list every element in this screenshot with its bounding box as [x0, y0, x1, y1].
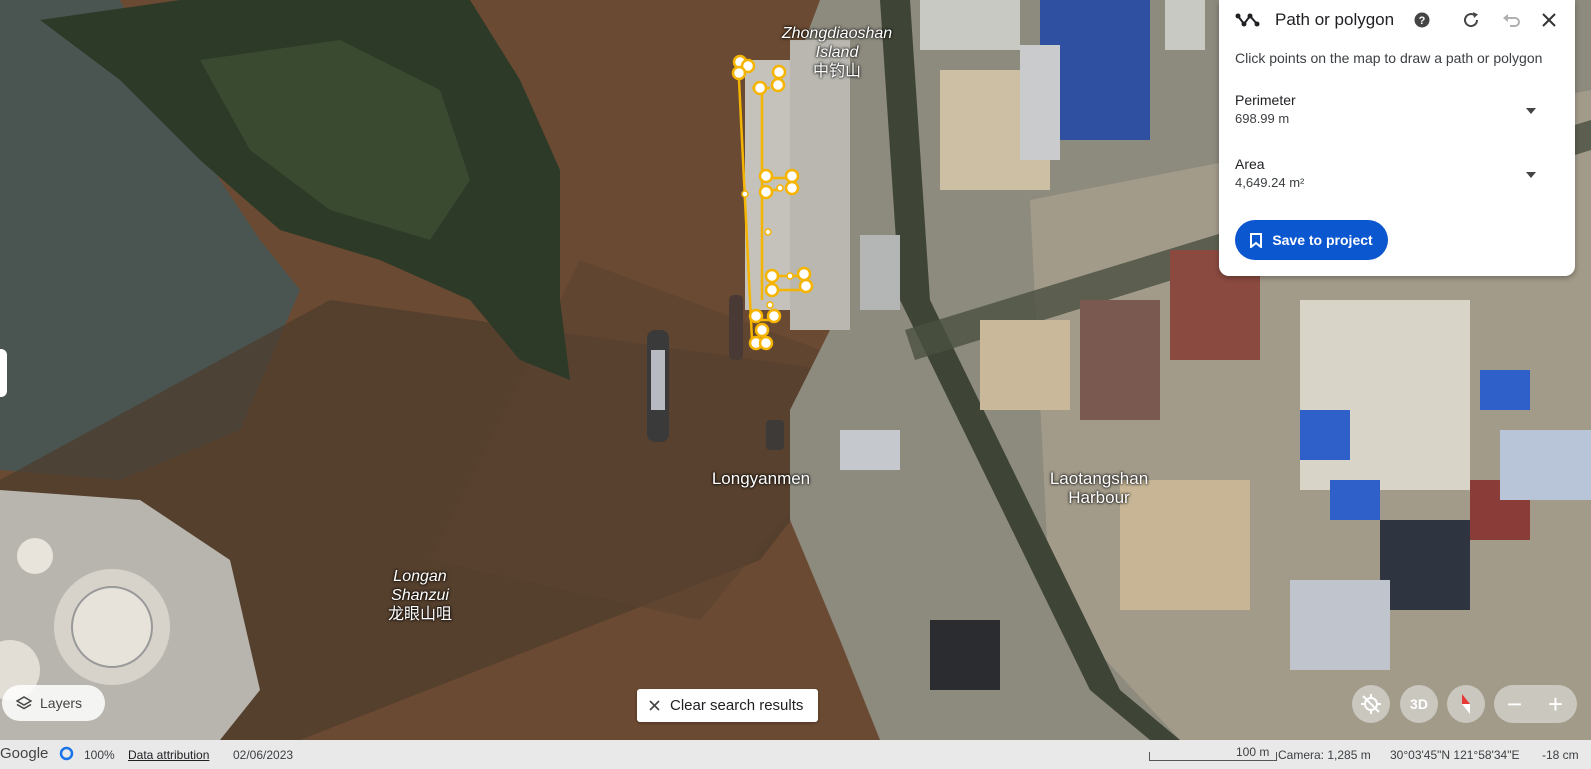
data-attribution-link[interactable]: Data attribution: [128, 748, 209, 762]
reset-view-button[interactable]: [1352, 685, 1390, 723]
undo-icon[interactable]: [1499, 8, 1523, 32]
zoom-controls: − +: [1494, 685, 1577, 723]
measure-panel: Path or polygon ? Click points on the ma…: [1219, 0, 1575, 276]
coordinates: 30°03'45"N 121°58'34"E: [1390, 748, 1520, 762]
layers-button[interactable]: Layers: [2, 685, 105, 721]
zoom-in-button[interactable]: +: [1535, 685, 1576, 723]
caret-down-icon: [1526, 165, 1536, 183]
perimeter-units-dropdown[interactable]: [1521, 100, 1541, 120]
layers-label: Layers: [40, 695, 83, 711]
svg-text:?: ?: [1419, 15, 1426, 27]
close-icon[interactable]: [1537, 8, 1561, 32]
elevation: -18 cm: [1542, 748, 1579, 762]
refresh-icon[interactable]: [1459, 8, 1483, 32]
layers-icon: [16, 695, 32, 711]
side-panel-toggle[interactable]: [0, 349, 7, 397]
clear-search-label: Clear search results: [670, 697, 804, 714]
3d-label: 3D: [1410, 696, 1428, 712]
label-zhongdiaoshan-island: Zhongdiaoshan Island 中钓山: [781, 25, 893, 80]
bookmark-icon: [1250, 232, 1263, 248]
scale-label: 100 m: [1236, 745, 1270, 759]
perimeter-value: 698.99 m: [1235, 111, 1290, 126]
imagery-date: 02/06/2023: [233, 748, 294, 762]
help-icon[interactable]: ?: [1410, 8, 1434, 32]
perimeter-section: Perimeter 698.99 m: [1235, 92, 1555, 126]
close-icon: [649, 700, 660, 711]
area-label: Area: [1235, 156, 1265, 172]
load-percent: 100%: [84, 748, 115, 762]
caret-down-icon: [1526, 101, 1536, 119]
compass-button[interactable]: [1447, 685, 1485, 723]
area-units-dropdown[interactable]: [1521, 164, 1541, 184]
status-bar: Google 100% Data attribution 02/06/2023 …: [0, 740, 1591, 769]
camera-altitude: Camera: 1,285 m: [1278, 748, 1371, 762]
panel-title: Path or polygon: [1275, 10, 1395, 29]
label-laotangshan-harbour: Laotangshan Harbour: [1049, 469, 1149, 507]
location-off-icon: [1360, 693, 1382, 715]
label-longan-shanzui: Longan Shanzui 龙眼山咀: [387, 568, 452, 623]
loading-ring-icon: [59, 746, 74, 764]
compass-icon: [1456, 692, 1476, 716]
save-to-project-button[interactable]: Save to project: [1235, 220, 1388, 260]
zoom-out-button[interactable]: −: [1494, 685, 1535, 723]
3d-toggle-button[interactable]: 3D: [1400, 685, 1438, 723]
clear-search-results-button[interactable]: Clear search results: [637, 689, 818, 722]
perimeter-label: Perimeter: [1235, 92, 1296, 108]
path-polygon-icon: [1235, 10, 1261, 30]
area-value: 4,649.24 m²: [1235, 175, 1305, 190]
label-longyanmen: Longyanmen: [711, 469, 811, 488]
google-logo: Google: [0, 745, 49, 762]
area-section: Area 4,649.24 m²: [1235, 156, 1555, 190]
panel-hint: Click points on the map to draw a path o…: [1235, 50, 1543, 66]
save-label: Save to project: [1272, 232, 1373, 248]
